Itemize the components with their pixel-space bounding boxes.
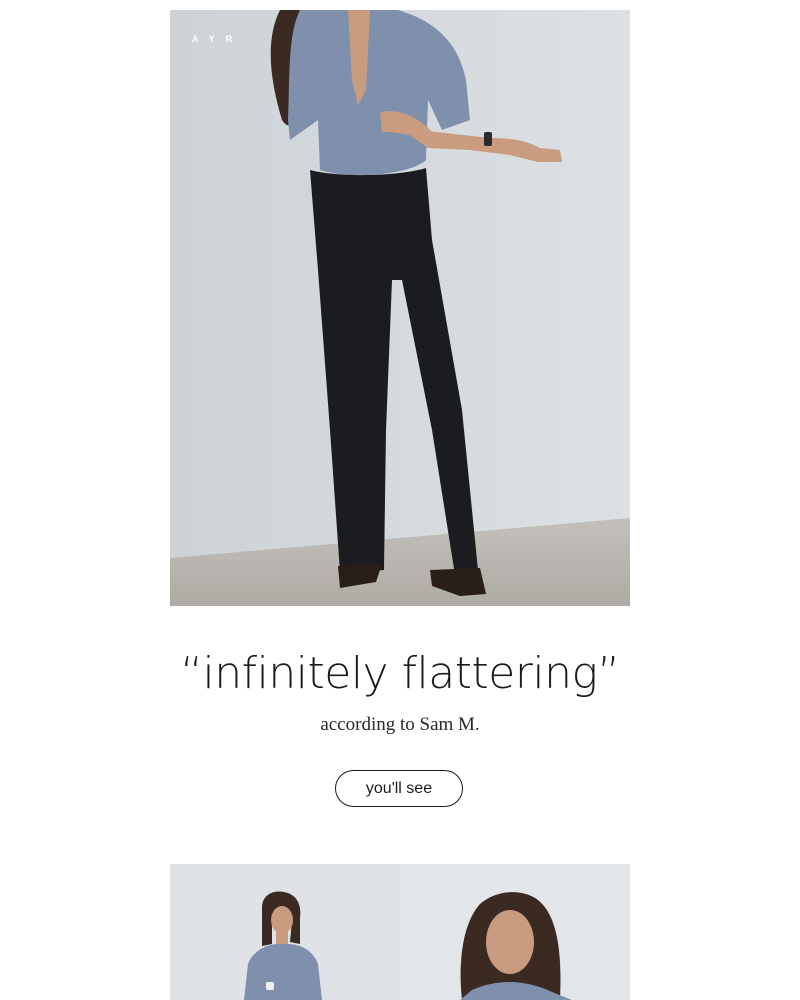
review-attribution: according to Sam M. (320, 714, 480, 735)
seated-model-illustration (170, 864, 400, 1000)
hero-illustration (170, 10, 630, 606)
portrait-model-illustration (400, 864, 630, 1000)
email-page: AYR “infinitely flattering” according to… (0, 0, 800, 1000)
brand-logo[interactable]: AYR (192, 34, 243, 44)
youll-see-button[interactable]: you'll see (335, 770, 463, 807)
hero-image[interactable]: AYR (170, 10, 630, 606)
gallery-image-left[interactable] (170, 864, 400, 1000)
gallery-image-right[interactable] (400, 864, 630, 1000)
review-quote: “infinitely flattering” (180, 648, 620, 699)
